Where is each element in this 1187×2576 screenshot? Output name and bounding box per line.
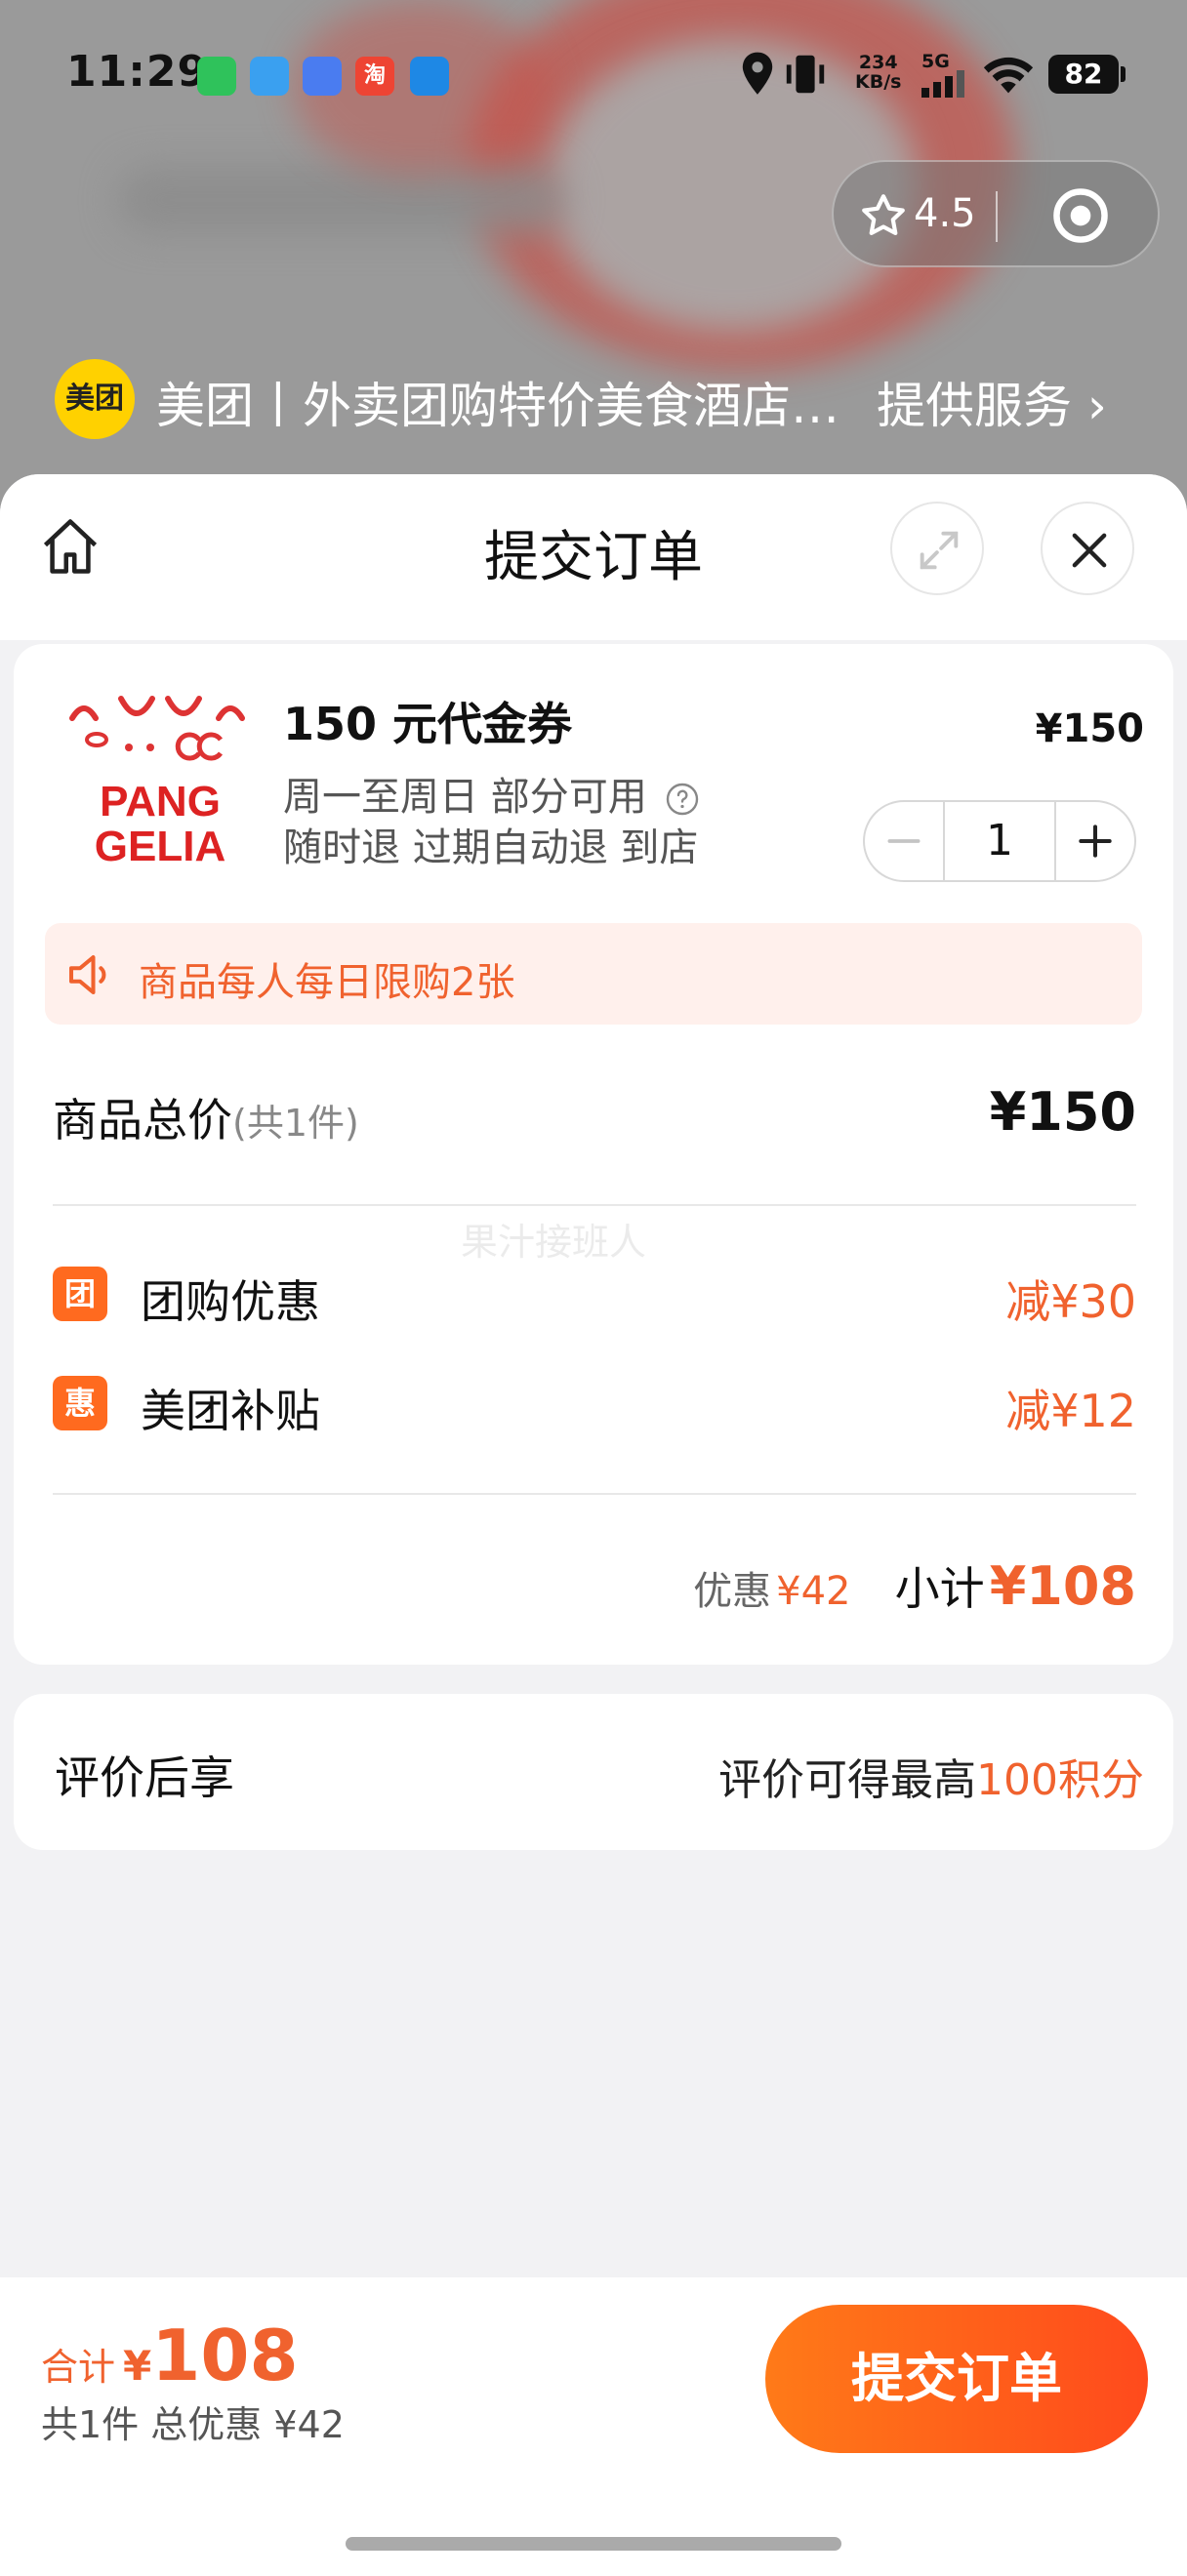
capsule-divider bbox=[996, 191, 998, 242]
subtotal-discount-value: ¥42 bbox=[776, 1569, 851, 1614]
subtotal-value: ¥108 bbox=[989, 1555, 1136, 1617]
app-notification-icon-2 bbox=[410, 57, 449, 96]
review-points: 100积分 bbox=[976, 1755, 1144, 1805]
mini-program-capsule: 4.5 bbox=[832, 160, 1160, 267]
review-label: 评价后享 bbox=[55, 1751, 234, 1804]
merchant-strip[interactable]: 美团 美团丨外卖团购特价美食酒店电影 提供服务 › bbox=[0, 353, 1187, 441]
checkout-summary: 共1件 总优惠 ¥42 bbox=[41, 2403, 345, 2446]
meituan-logo: 美团 bbox=[55, 359, 135, 439]
taobao-icon: 淘 bbox=[355, 57, 394, 96]
purchase-limit-notice: 商品每人每日限购2张 bbox=[45, 923, 1142, 1025]
merchant-title: 美团丨外卖团购特价美食酒店电影 bbox=[156, 378, 839, 434]
discount-label: 美团补贴 bbox=[141, 1385, 320, 1437]
total-label: 合计 bbox=[41, 2346, 116, 2389]
checkout-total: 合计 ¥108 bbox=[41, 2314, 299, 2396]
group-buy-badge: 团 bbox=[53, 1267, 107, 1321]
divider bbox=[53, 1204, 1136, 1206]
minus-icon bbox=[887, 839, 921, 843]
close-icon bbox=[1072, 533, 1107, 568]
product-image-text-1: PANG bbox=[100, 778, 221, 825]
target-icon[interactable] bbox=[1050, 185, 1111, 246]
discount-value: 减¥30 bbox=[1005, 1275, 1136, 1328]
goods-total-row: 商品总价(共1件) ¥150 bbox=[53, 1081, 1136, 1149]
signal-icon bbox=[921, 70, 964, 98]
order-card: PANG GELIA 150 元代金券 ¥150 周一至周日 部分可用 随时退 … bbox=[14, 644, 1173, 1665]
product-image: PANG GELIA bbox=[53, 679, 267, 874]
plus-icon bbox=[1079, 825, 1112, 858]
home-indicator[interactable] bbox=[346, 2537, 841, 2551]
page-title: 提交订单 bbox=[484, 526, 703, 589]
subtotal-row: 优惠 ¥42 小计 ¥108 bbox=[693, 1553, 1136, 1622]
discount-value: 减¥12 bbox=[1005, 1385, 1136, 1437]
product-usage: 周一至周日 部分可用 bbox=[283, 765, 700, 822]
product-image-text-2: GELIA bbox=[95, 823, 225, 870]
speaker-icon bbox=[68, 954, 106, 995]
status-bar: 11:29 淘 234 KB/s 5G 82 bbox=[0, 0, 1187, 146]
discount-row-group-buy: 团 团购优惠 减¥30 bbox=[53, 1265, 1136, 1328]
goods-count: (共1件) bbox=[232, 1102, 359, 1145]
app-notification-icon bbox=[303, 57, 342, 96]
goods-total-value: ¥150 bbox=[989, 1081, 1136, 1143]
checkout-bar: 合计 ¥108 共1件 总优惠 ¥42 提交订单 bbox=[0, 2277, 1187, 2576]
rating-value: 4.5 bbox=[914, 191, 976, 236]
divider bbox=[53, 1493, 1136, 1495]
network-type: 5G bbox=[921, 51, 950, 72]
sheet-header: 提交订单 bbox=[0, 474, 1187, 640]
discount-row-subsidy: 惠 美团补贴 减¥12 bbox=[53, 1374, 1136, 1437]
review-reward-card[interactable]: 评价后享 评价可得最高100积分 bbox=[14, 1694, 1173, 1850]
discount-label: 团购优惠 bbox=[141, 1275, 320, 1328]
submit-order-button[interactable]: 提交订单 bbox=[765, 2305, 1148, 2453]
status-time: 11:29 bbox=[66, 47, 209, 97]
increase-button[interactable] bbox=[1056, 802, 1136, 880]
expand-icon bbox=[920, 531, 959, 570]
network-speed: 234 KB/s bbox=[855, 52, 902, 93]
wifi-icon bbox=[983, 57, 1034, 94]
purchase-limit-text: 商品每人每日限购2张 bbox=[139, 960, 515, 1005]
star-icon[interactable] bbox=[859, 191, 908, 240]
wechat-icon bbox=[197, 57, 236, 96]
currency-symbol: ¥ bbox=[123, 2342, 152, 2390]
product-name: 150 元代金券 bbox=[283, 698, 573, 750]
subsidy-badge: 惠 bbox=[53, 1376, 107, 1430]
quantity-stepper: 1 bbox=[863, 800, 1136, 882]
location-icon bbox=[742, 52, 773, 95]
quantity-value[interactable]: 1 bbox=[943, 802, 1056, 880]
watermark: 果汁接班人 bbox=[461, 1221, 647, 1264]
subtotal-label: 小计 bbox=[894, 1562, 985, 1615]
help-icon[interactable] bbox=[665, 782, 700, 817]
telegram-icon bbox=[250, 57, 289, 96]
chevron-right-icon: › bbox=[1072, 378, 1107, 434]
product-refund-policy: 随时退 过期自动退 到店 bbox=[283, 825, 699, 870]
goods-total-label: 商品总价 bbox=[53, 1094, 232, 1147]
review-reward: 评价可得最高100积分 bbox=[718, 1755, 1144, 1805]
expand-button[interactable] bbox=[890, 502, 984, 595]
product-price: ¥150 bbox=[1035, 706, 1144, 751]
subtotal-discount-label: 优惠 bbox=[693, 1569, 772, 1614]
vibrate-icon bbox=[786, 55, 825, 94]
decrease-button[interactable] bbox=[865, 802, 943, 880]
service-link[interactable]: 提供服务 › bbox=[877, 367, 1107, 437]
total-amount: 108 bbox=[151, 2314, 299, 2396]
close-button[interactable] bbox=[1041, 502, 1134, 595]
battery-indicator: 82 bbox=[1048, 55, 1126, 94]
